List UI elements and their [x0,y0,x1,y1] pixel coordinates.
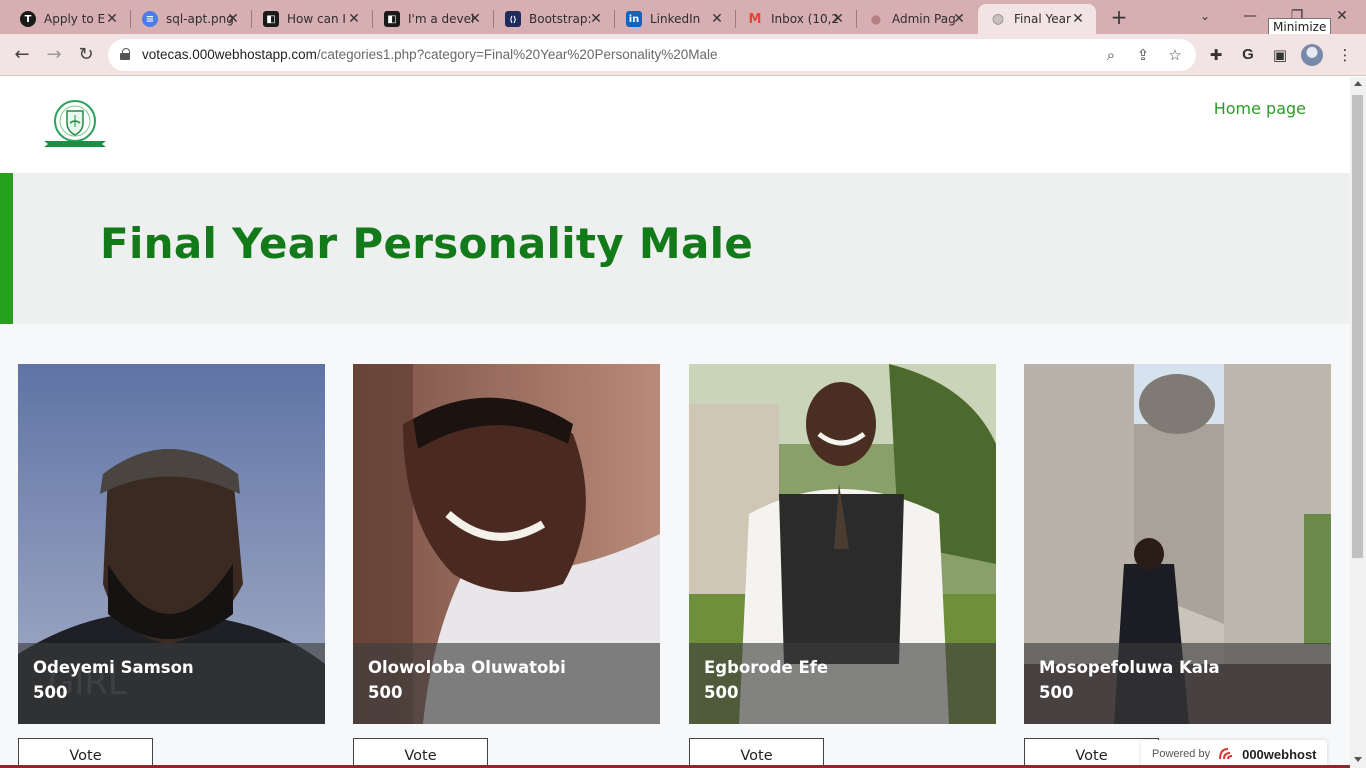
zoom-icon[interactable]: ⌕ [1102,46,1120,64]
tab-favicon-icon: ⟨⟩ [505,11,521,27]
candidate-card: Olowoloba Oluwatobi 500 [353,364,660,724]
tab-favicon-icon: ◍ [991,11,1005,27]
tab-close-icon[interactable]: ✕ [346,11,362,27]
home-page-link[interactable]: Home page [1214,99,1306,118]
tab-close-icon[interactable]: ✕ [1070,11,1086,27]
vote-button[interactable]: Vote [18,738,153,768]
tab-favicon-icon: in [626,11,642,27]
reload-icon[interactable]: ↻ [74,43,98,67]
tab-strip: T Apply to E ✕ ≡ sql-apt.png ✕ ◧ How can… [0,0,1366,36]
url-text[interactable]: votecas.000webhostapp.com/categories1.ph… [142,47,718,62]
tab-close-icon[interactable]: ✕ [104,11,120,27]
browser-tab[interactable]: ◧ How can I ✕ [251,4,372,34]
powered-by-badge[interactable]: Powered by 000webhost [1141,740,1327,768]
lock-icon[interactable] [120,48,130,60]
candidate-vote-count: 500 [704,683,739,702]
tab-close-icon[interactable]: ✕ [709,11,725,27]
tab-favicon-icon: ◧ [384,11,400,27]
candidate-vote-count: 500 [33,683,68,702]
candidate-caption: Egborode Efe 500 [689,643,996,724]
browser-tab[interactable]: M Inbox (10,2 ✕ [735,4,856,34]
forward-arrow-icon[interactable]: → [42,43,66,67]
web-page: Home page Final Year Personality Male GI… [0,77,1350,768]
candidate-card: Egborode Efe 500 [689,364,996,724]
tab-close-icon[interactable]: ✕ [225,11,241,27]
candidate-caption: Olowoloba Oluwatobi 500 [353,643,660,724]
bookmark-star-icon[interactable]: ☆ [1166,46,1184,64]
candidate-card: GIRL Odeyemi Samson 500 [18,364,325,724]
candidate-name: Olowoloba Oluwatobi [368,658,566,677]
extensions-puzzle-icon[interactable]: ✚ [1207,46,1225,64]
vote-button[interactable]: Vote [689,738,824,768]
tab-favicon-icon: ● [870,12,882,26]
grammarly-icon[interactable]: G [1239,46,1257,64]
tab-favicon-icon: M [748,11,762,27]
tab-close-icon[interactable]: ✕ [467,11,483,27]
browser-tab-active[interactable]: ◍ Final Year ✕ [978,4,1096,34]
candidate-name: Odeyemi Samson [33,658,194,677]
browser-toolbar: ← → ↻ votecas.000webhostapp.com/categori… [0,34,1366,76]
candidate-caption: Odeyemi Samson 500 [18,643,325,724]
powered-by-label: Powered by [1152,748,1211,760]
share-icon[interactable]: ⇪ [1134,46,1152,64]
tab-close-icon[interactable]: ✕ [951,11,967,27]
minimize-icon[interactable]: — [1230,4,1270,28]
vote-button[interactable]: Vote [353,738,488,768]
new-tab-icon[interactable]: + [1108,6,1130,28]
banner-accent-bar [0,173,13,324]
side-panel-icon[interactable]: ▣ [1271,46,1289,64]
browser-tab[interactable]: ≡ sql-apt.png ✕ [130,4,251,34]
category-banner: Final Year Personality Male [0,173,1350,324]
url-path: /categories1.php?category=Final%20Year%2… [316,47,718,62]
address-bar[interactable]: votecas.000webhostapp.com/categories1.ph… [108,39,1196,71]
tab-close-icon[interactable]: ✕ [830,11,846,27]
candidate-vote-count: 500 [368,683,403,702]
page-scrollbar[interactable] [1350,77,1366,768]
more-menu-icon[interactable]: ⋮ [1336,46,1354,64]
browser-tab[interactable]: ⟨⟩ Bootstrap: ✕ [493,4,614,34]
page-title: Final Year Personality Male [100,219,754,268]
candidate-name: Mosopefoluwa Kala [1039,658,1220,677]
back-arrow-icon[interactable]: ← [10,43,34,67]
site-logo[interactable] [42,97,108,153]
candidate-vote-count: 500 [1039,683,1074,702]
tab-close-icon[interactable]: ✕ [588,11,604,27]
browser-tab[interactable]: ◧ I'm a devel ✕ [372,4,493,34]
powered-by-brand: 000webhost [1242,746,1317,762]
tab-favicon-icon: ≡ [142,11,158,27]
webhost-logo-icon [1219,748,1233,760]
vote-button[interactable]: Vote [1024,738,1159,768]
profile-avatar[interactable] [1301,44,1323,66]
candidate-name: Egborode Efe [704,658,829,677]
tab-favicon-icon: ◧ [263,11,279,27]
browser-tab[interactable]: ● Admin Pag ✕ [856,4,977,34]
scroll-up-arrow-icon[interactable] [1354,81,1362,86]
tab-search-chevron-icon[interactable]: ⌄ [1196,6,1214,26]
browser-tab[interactable]: T Apply to E ✕ [8,4,130,34]
url-host: votecas.000webhostapp.com [142,47,317,62]
site-header: Home page [0,77,1350,173]
scroll-thumb[interactable] [1352,95,1363,558]
candidate-caption: Mosopefoluwa Kala 500 [1024,643,1331,724]
tab-favicon-icon: T [20,11,36,27]
candidate-card: Mosopefoluwa Kala 500 [1024,364,1331,724]
scroll-down-arrow-icon[interactable] [1354,757,1362,762]
browser-tab[interactable]: in LinkedIn ✕ [614,4,735,34]
